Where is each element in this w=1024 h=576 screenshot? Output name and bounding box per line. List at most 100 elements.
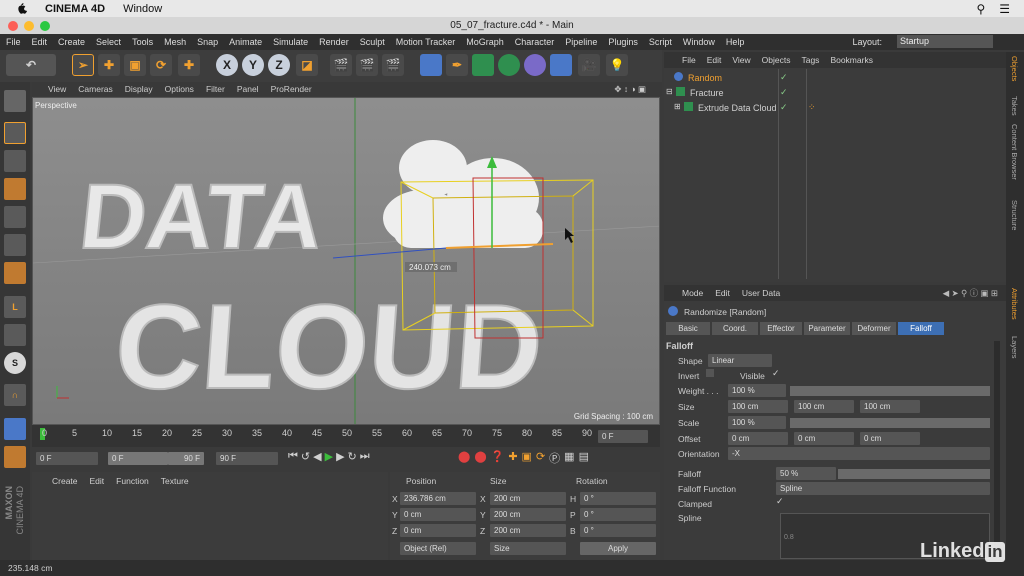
clamped-checkbox[interactable]: ✓: [776, 496, 784, 507]
viewport-nav-icons[interactable]: ✥ ↕ ◑ ▣: [614, 84, 646, 95]
prev-frame-icon[interactable]: ◀: [313, 450, 321, 463]
snapping-icon[interactable]: S: [4, 352, 26, 374]
scale-tool-icon[interactable]: ▣: [124, 54, 146, 76]
viewport-menu-view[interactable]: View: [48, 84, 66, 94]
window-menu[interactable]: Window: [123, 3, 162, 15]
side-tab-structure[interactable]: Structure: [1010, 200, 1019, 230]
menu-file[interactable]: File: [6, 37, 21, 47]
tab-basic[interactable]: Basic: [666, 322, 710, 335]
scale-field[interactable]: 100 %: [728, 416, 786, 429]
menu-mesh[interactable]: Mesh: [164, 37, 186, 47]
menu-snap[interactable]: Snap: [197, 37, 218, 47]
menu-select[interactable]: Select: [96, 37, 121, 47]
rotate-tool-icon[interactable]: ⟳: [150, 54, 172, 76]
points-mode-icon[interactable]: [4, 206, 26, 228]
menu-character[interactable]: Character: [515, 37, 555, 47]
menu-create[interactable]: Create: [58, 37, 85, 47]
quantize-icon[interactable]: [4, 446, 26, 468]
tab-deformer[interactable]: Deformer: [852, 322, 896, 335]
apple-icon[interactable]: [16, 2, 27, 15]
menu-plugins[interactable]: Plugins: [608, 37, 638, 47]
shape-dropdown[interactable]: Linear: [708, 354, 772, 367]
side-tab-takes[interactable]: Takes: [1010, 96, 1019, 116]
tab-coord[interactable]: Coord.: [712, 322, 758, 335]
tab-falloff[interactable]: Falloff: [898, 322, 944, 335]
visible-checkbox[interactable]: ✓: [772, 368, 780, 379]
menu-edit[interactable]: Edit: [32, 37, 48, 47]
play-icon[interactable]: ▶: [325, 450, 333, 463]
objects-menu-file[interactable]: File: [682, 55, 696, 65]
record-icon[interactable]: ⬤: [458, 450, 470, 466]
apply-button[interactable]: Apply: [580, 542, 656, 555]
object-row-fracture[interactable]: ⊟ Fracture ✓: [664, 86, 1006, 100]
spotlight-icon[interactable]: ⚲: [976, 2, 985, 16]
render-settings-icon[interactable]: 🎬: [382, 54, 404, 76]
object-row-random[interactable]: Random ✓: [664, 71, 1006, 85]
menu-animate[interactable]: Animate: [229, 37, 262, 47]
floor-icon[interactable]: [550, 54, 572, 76]
undo-icon[interactable]: ↶: [6, 54, 56, 76]
menu-render[interactable]: Render: [319, 37, 349, 47]
rot-p-field[interactable]: 0 °: [580, 508, 656, 521]
objects-menu-objects[interactable]: Objects: [762, 55, 791, 65]
visibility-check-icon[interactable]: ✓: [780, 102, 788, 113]
size-mode-dropdown[interactable]: Size: [490, 542, 566, 555]
viewport-menu-prorender[interactable]: ProRender: [271, 84, 312, 94]
rot-b-field[interactable]: 0 °: [580, 524, 656, 537]
cube-icon[interactable]: [420, 54, 442, 76]
key-position-icon[interactable]: ✚: [508, 450, 517, 466]
falloff-slider[interactable]: [838, 469, 990, 479]
menu-mograph[interactable]: MoGraph: [466, 37, 504, 47]
menu-sculpt[interactable]: Sculpt: [360, 37, 385, 47]
viewport[interactable]: Perspective DATA CLOUD 240.073 cm Grid S…: [32, 97, 660, 425]
side-tab-content-browser[interactable]: Content Browser: [1010, 124, 1019, 180]
live-selection-icon[interactable]: ✚: [178, 54, 200, 76]
minimize-window-button[interactable]: [24, 21, 34, 31]
weight-field[interactable]: 100 %: [728, 384, 786, 397]
attr-menu-edit[interactable]: Edit: [715, 288, 730, 298]
attr-scrollbar[interactable]: [994, 341, 1000, 551]
menu-window[interactable]: Window: [683, 37, 715, 47]
object-row-extrude[interactable]: ⊞ Extrude Data Cloud ✓ ⁘: [664, 101, 1006, 115]
side-tab-attributes[interactable]: Attributes: [1010, 288, 1019, 320]
tab-effector[interactable]: Effector: [760, 322, 802, 335]
viewport-menu-panel[interactable]: Panel: [237, 84, 259, 94]
tweak-mode-icon[interactable]: [4, 324, 26, 346]
offset-z-field[interactable]: 0 cm: [860, 432, 920, 445]
viewport-menu-cameras[interactable]: Cameras: [78, 84, 112, 94]
visibility-check-icon[interactable]: ✓: [780, 72, 788, 83]
render-picture-viewer-icon[interactable]: 🎬: [356, 54, 378, 76]
end-frame-field[interactable]: 90 F: [216, 452, 278, 465]
axis-mode-icon[interactable]: L: [4, 296, 26, 318]
polygons-mode-icon[interactable]: [4, 262, 26, 284]
expand-icon[interactable]: ⊟: [666, 87, 673, 96]
orientation-dropdown[interactable]: -X: [728, 447, 990, 460]
camera-icon[interactable]: 🎥: [578, 54, 600, 76]
key-param-icon[interactable]: Ⓟ: [549, 450, 560, 466]
range-end-field[interactable]: 90 F: [168, 452, 204, 465]
visibility-check-icon[interactable]: ✓: [780, 87, 788, 98]
key-pla-icon[interactable]: ▦: [564, 450, 574, 466]
key-scale-icon[interactable]: ▣: [522, 450, 532, 466]
render-view-icon[interactable]: 🎬: [330, 54, 352, 76]
close-window-button[interactable]: [8, 21, 18, 31]
current-frame-field[interactable]: 0 F: [598, 430, 648, 443]
select-tool-icon[interactable]: ➢: [72, 54, 94, 76]
scale-slider[interactable]: [790, 418, 990, 428]
app-menu[interactable]: CINEMA 4D: [45, 3, 105, 15]
falloff-field[interactable]: 50 %: [776, 467, 836, 480]
goto-start-icon[interactable]: ⏮: [288, 450, 298, 463]
axis-z-button[interactable]: Z: [268, 54, 290, 76]
deformer-icon[interactable]: [524, 54, 546, 76]
side-tab-objects[interactable]: Objects: [1010, 56, 1019, 81]
weight-slider[interactable]: [790, 386, 990, 396]
timeline-icon[interactable]: ▤: [579, 450, 589, 466]
invert-checkbox[interactable]: [706, 369, 714, 377]
objects-menu-bookmarks[interactable]: Bookmarks: [830, 55, 873, 65]
material-menu-edit[interactable]: Edit: [90, 476, 105, 486]
layout-dropdown[interactable]: Startup: [897, 35, 993, 48]
menu-motion-tracker[interactable]: Motion Tracker: [396, 37, 456, 47]
autokey-icon[interactable]: ⬤: [474, 450, 486, 466]
material-menu-create[interactable]: Create: [52, 476, 78, 486]
workplane-icon[interactable]: [4, 178, 26, 200]
